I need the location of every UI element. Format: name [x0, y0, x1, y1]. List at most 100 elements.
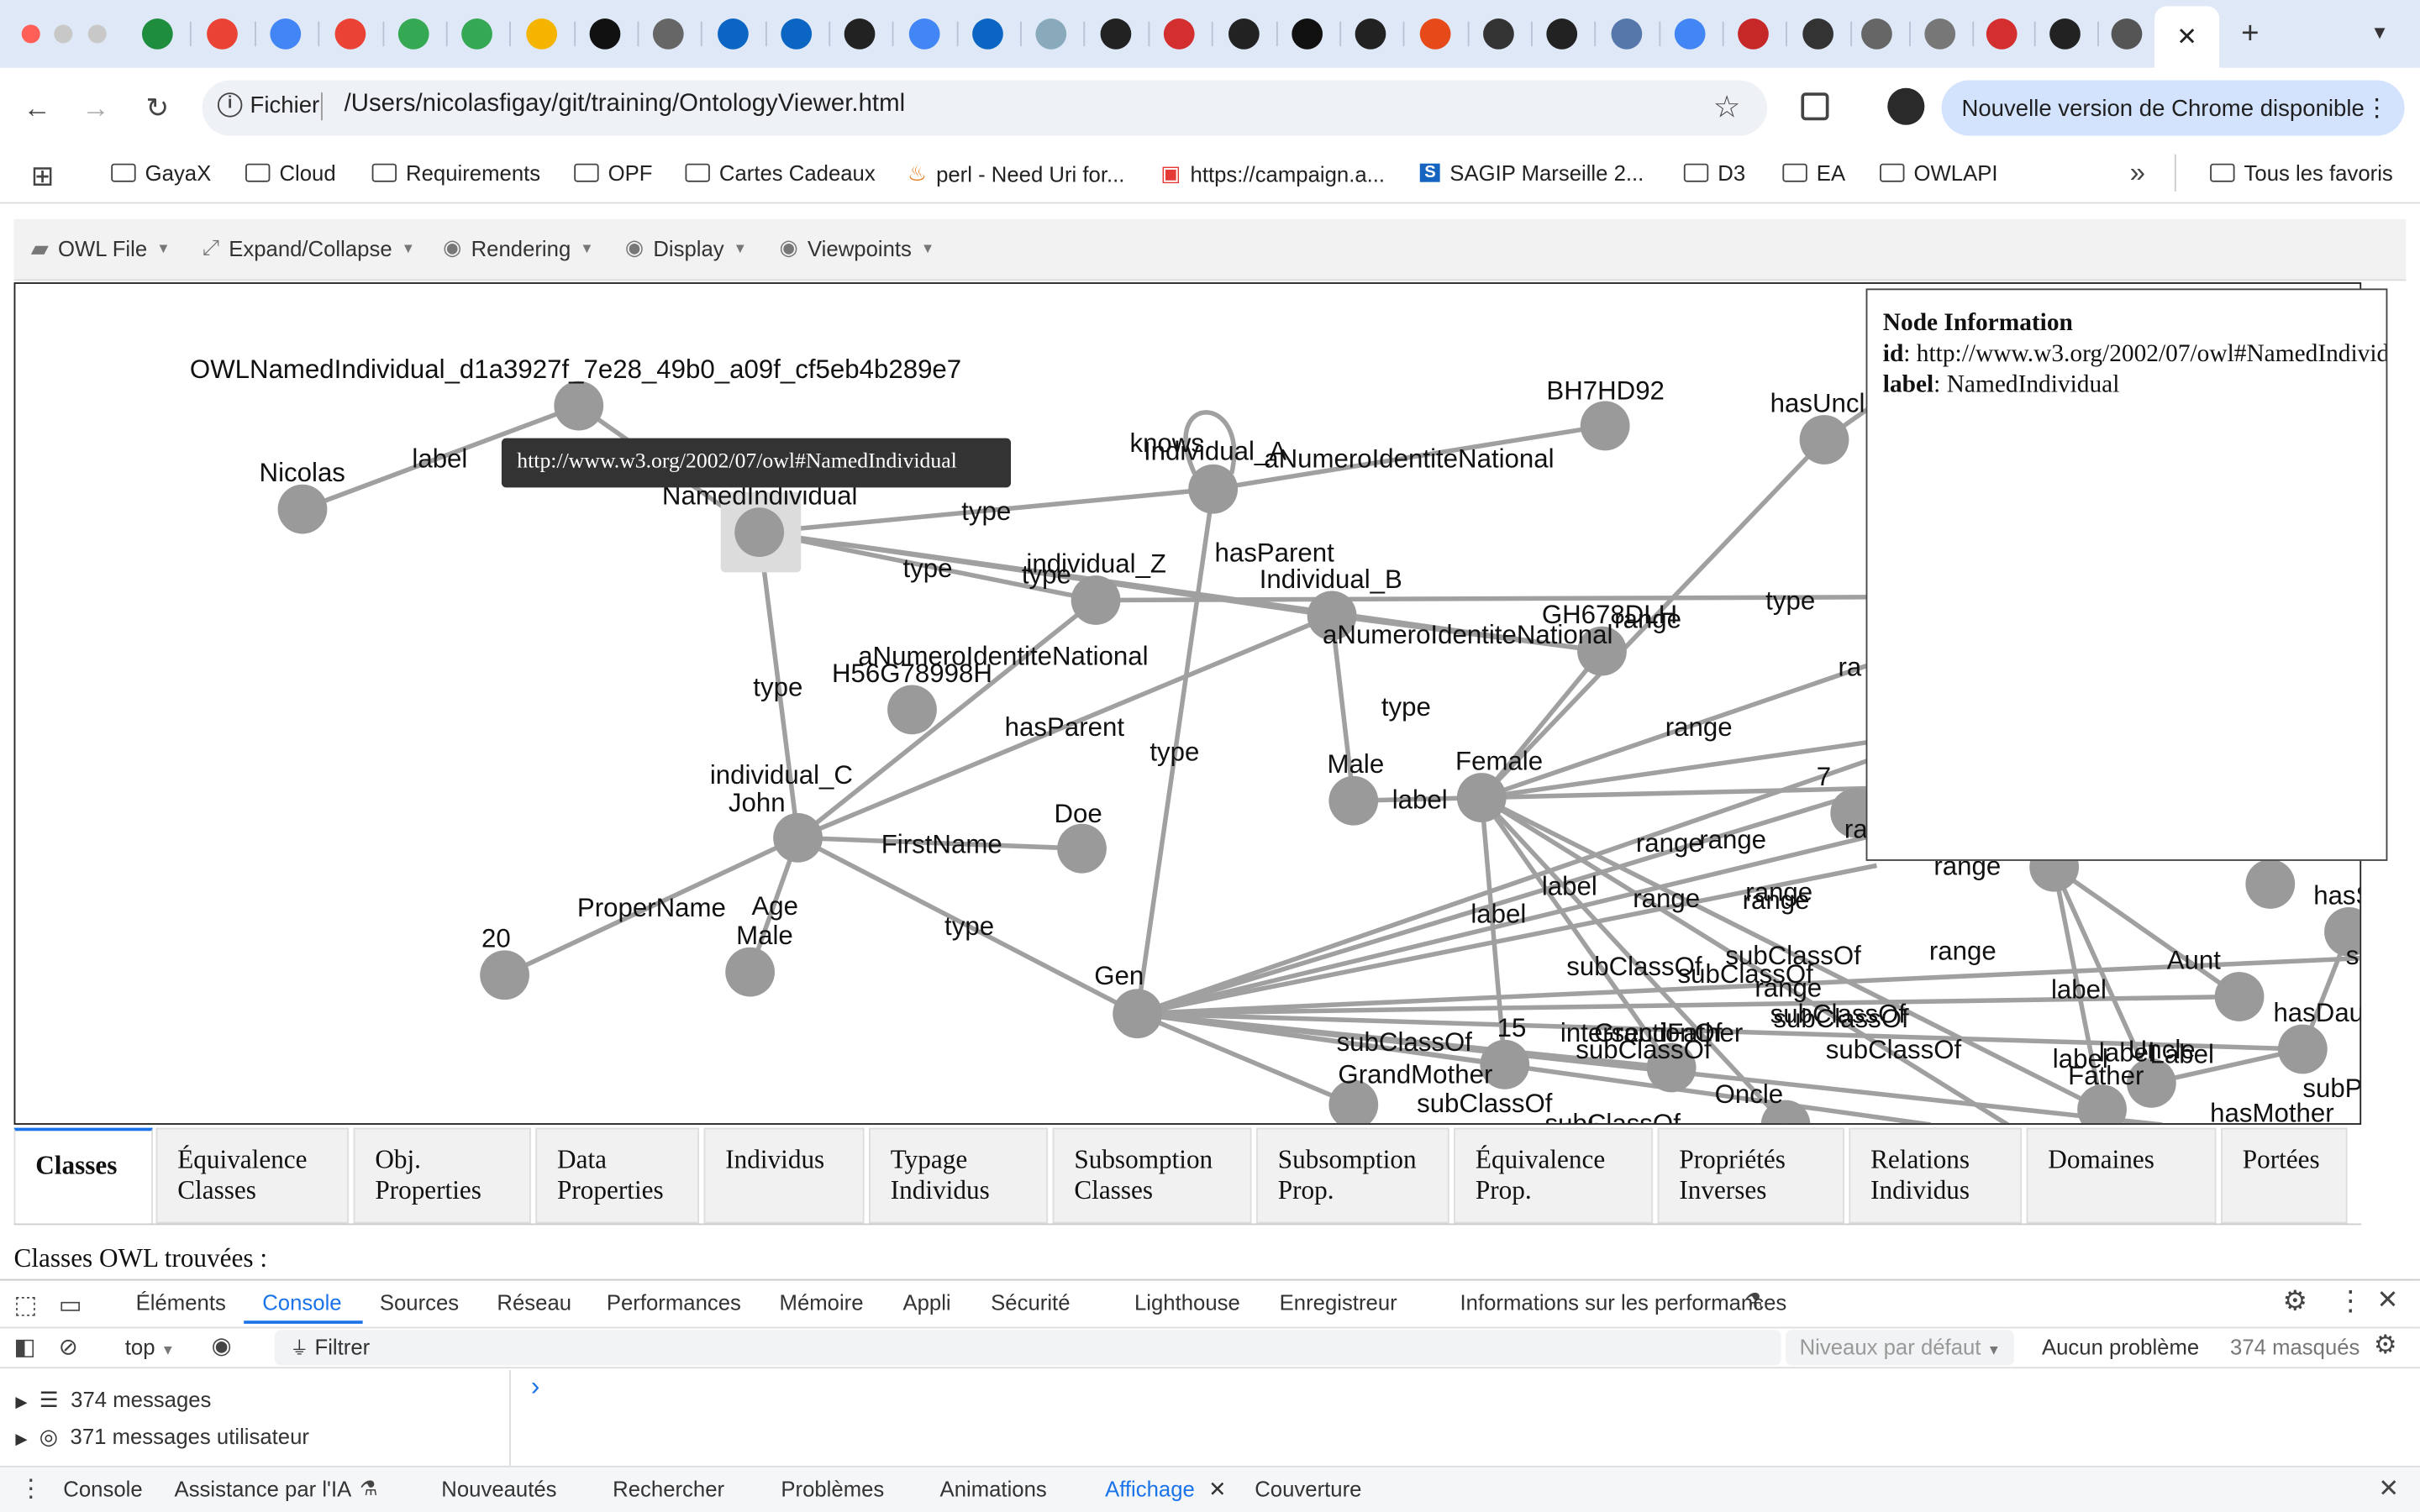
tab-favicon-drive-icon[interactable] [397, 18, 429, 50]
tab-subsomption[interactable]: Subsomption Prop. [1256, 1127, 1449, 1224]
menu-expand-collapse[interactable]: ⤢ Expand/Collapse ▼ [203, 234, 415, 260]
tab-individus[interactable]: Individus [703, 1127, 865, 1224]
tab-favicon-github-icon[interactable] [1100, 18, 1132, 50]
tab-favicon-note-icon[interactable] [1924, 18, 1956, 50]
bookmark-item[interactable]: Cloud [245, 160, 336, 185]
minimize-window-button[interactable] [54, 24, 73, 44]
bookmarks-overflow-button[interactable]: » [2130, 157, 2145, 190]
menu-owl-file[interactable]: ▰ OWL File ▼ [31, 234, 171, 262]
active-tab[interactable]: ✕ [2154, 6, 2220, 68]
tab-favicon-openai-icon[interactable] [589, 18, 621, 50]
drawer-tab[interactable]: Affichage [1105, 1477, 1195, 1501]
tab-favicon-G-icon[interactable] [1674, 18, 1706, 50]
issues-counter[interactable]: Aucun problème [2042, 1335, 2199, 1359]
menu-rendering[interactable]: ◉ Rendering ▼ [443, 234, 594, 260]
graph-node[interactable] [554, 381, 604, 431]
graph-node[interactable] [734, 507, 785, 558]
tab-relations[interactable]: Relations Individus [1849, 1127, 2023, 1224]
menu-viewpoints[interactable]: ◉ Viewpoints ▼ [780, 234, 935, 260]
menu-display[interactable]: ◉ Display ▼ [625, 234, 747, 260]
tab-favicon-in-icon[interactable] [781, 18, 813, 50]
more-vert-icon[interactable]: ⋮ [2337, 1285, 2365, 1318]
tab-favicon-U-icon[interactable] [1292, 18, 1323, 50]
close-devtools-icon[interactable]: ✕ [2377, 1285, 2399, 1316]
bookmark-item[interactable]: S SAGIP Marseille 2... [1419, 160, 1644, 185]
extensions-icon[interactable] [1801, 92, 1829, 121]
tab-favicon-codepen-icon[interactable] [1355, 18, 1386, 50]
tab-favicon-m-icon[interactable] [1419, 18, 1451, 50]
bookmark-item[interactable]: ▣ https://campaign.a... [1160, 160, 1385, 186]
console-settings-icon[interactable]: ⚙ [2374, 1330, 2397, 1361]
live-expression-eye-icon[interactable]: ◉ [212, 1331, 232, 1359]
devtools-tab[interactable]: Sécurité [991, 1289, 1070, 1314]
tab-favicon-M-icon[interactable] [1483, 18, 1514, 50]
tab-favicon-drive-icon[interactable] [461, 18, 492, 50]
bookmark-item[interactable]: Cartes Cadeaux [685, 160, 876, 185]
tab-favicon-github-icon[interactable] [1228, 18, 1260, 50]
tab-favicon-G-icon[interactable] [908, 18, 940, 50]
tab-favicon-github-icon[interactable] [1546, 18, 1578, 50]
tab-favicon-3-icon[interactable] [270, 18, 302, 50]
drawer-tab[interactable]: Assistance par l'IA [175, 1477, 352, 1501]
all-bookmarks-folder[interactable]: Tous les favoris [2210, 160, 2393, 185]
graph-node[interactable] [1188, 464, 1239, 514]
devtools-tab[interactable]: Lighthouse [1134, 1289, 1240, 1314]
close-drawer-icon[interactable]: ✕ [2378, 1473, 2399, 1504]
tab-favicon-diagram-icon[interactable] [1035, 18, 1067, 50]
inspect-element-icon[interactable]: ⬚ [14, 1289, 38, 1320]
reload-button[interactable]: ↻ [136, 87, 179, 129]
tab-search-chevron-icon[interactable]: ▼ [2370, 22, 2389, 44]
devtools-tab[interactable]: Enregistreur [1280, 1289, 1397, 1314]
devtools-tab[interactable]: Informations sur les performances [1460, 1289, 1787, 1314]
tab-favicon-M-icon[interactable] [334, 18, 366, 50]
bookmark-item[interactable]: ♨ perl - Need Uri for... [908, 160, 1124, 186]
bookmark-star-icon[interactable]: ☆ [1713, 88, 1741, 127]
close-window-button[interactable] [21, 24, 40, 44]
context-selector[interactable]: top ▼ [125, 1335, 175, 1359]
tab-quivalence[interactable]: Équivalence Prop. [1454, 1127, 1654, 1224]
tab-favicon-M-icon[interactable] [1802, 18, 1833, 50]
bookmark-item[interactable]: GayaX [111, 160, 211, 185]
graph-node[interactable] [1580, 401, 1630, 451]
devtools-tab[interactable]: Sources [380, 1289, 459, 1314]
graph-node[interactable] [2214, 972, 2265, 1021]
sidebar-toggle-icon[interactable]: ◧ [14, 1333, 36, 1361]
graph-node[interactable] [2077, 1084, 2127, 1125]
tab-favicon-in-icon[interactable] [972, 18, 1003, 50]
drawer-tab[interactable]: Console [63, 1477, 142, 1501]
devtools-tab[interactable]: Console [262, 1289, 341, 1314]
tab-favicon-o-icon[interactable] [1163, 18, 1195, 50]
graph-node[interactable] [480, 950, 529, 1000]
device-toolbar-icon[interactable]: ▭ [59, 1289, 82, 1320]
bookmark-item[interactable]: Requirements [371, 160, 540, 185]
devtools-tab[interactable]: Mémoire [780, 1289, 864, 1314]
tab-favicon-w3-icon[interactable] [141, 18, 173, 50]
close-drawer-tab-icon[interactable]: ✕ [1208, 1477, 1227, 1503]
clear-console-icon[interactable]: ⊘ [59, 1333, 78, 1361]
tab-domaines[interactable]: Domaines [2026, 1127, 2217, 1224]
filter-field[interactable]: ⏚ Filtrer [290, 1335, 370, 1361]
url-text[interactable]: /Users/nicolasfigay/git/training/Ontolog… [345, 91, 906, 118]
bookmark-item[interactable]: OWLAPI [1880, 160, 1998, 185]
tab-favicon-in-icon[interactable] [718, 18, 749, 50]
bookmark-item[interactable]: EA [1782, 160, 1845, 185]
site-scheme-label[interactable]: Fichier [250, 92, 320, 118]
tab-classes[interactable]: Classes [13, 1127, 153, 1224]
apps-grid-icon[interactable]: ⊞ [31, 160, 55, 193]
chrome-update-button[interactable]: Nouvelle version de Chrome disponible ⋮ [1941, 80, 2405, 136]
graph-node[interactable] [1328, 775, 1379, 826]
profile-avatar[interactable] [1887, 87, 1925, 125]
tab-favicon-N-icon[interactable] [1738, 18, 1769, 50]
zoom-window-button[interactable] [87, 24, 107, 44]
graph-node[interactable] [1113, 989, 1163, 1039]
new-tab-button[interactable]: + [2232, 15, 2269, 52]
graph-node[interactable] [2245, 859, 2296, 909]
graph-node[interactable] [277, 484, 328, 534]
tab-data[interactable]: Data Properties [535, 1127, 700, 1224]
graph-node[interactable] [1456, 773, 1507, 822]
console-prompt[interactable]: › [531, 1372, 539, 1403]
tab-favicon-M-icon[interactable] [207, 18, 238, 50]
drawer-tab[interactable]: Nouveautés [441, 1477, 556, 1501]
tab-portes[interactable]: Portées [2221, 1127, 2348, 1224]
drawer-menu-icon[interactable]: ⋮ [18, 1473, 43, 1504]
